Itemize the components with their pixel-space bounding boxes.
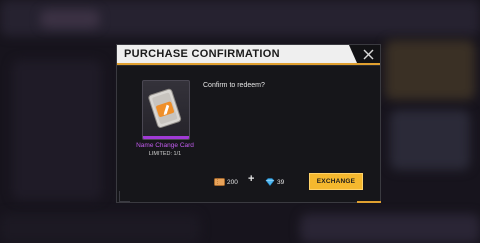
close-button[interactable] bbox=[359, 46, 377, 63]
title-tab: PURCHASE CONFIRMATION bbox=[117, 45, 357, 63]
dialog-title: PURCHASE CONFIRMATION bbox=[124, 48, 280, 60]
dialog-header: PURCHASE CONFIRMATION bbox=[117, 45, 380, 66]
voucher-icon bbox=[214, 178, 225, 186]
exchange-label: EXCHANGE bbox=[316, 178, 356, 185]
diamond-cost: 39 bbox=[265, 176, 284, 188]
plus-sign: + bbox=[248, 173, 255, 185]
close-icon bbox=[363, 49, 373, 60]
confirm-prompt: Confirm to redeem? bbox=[203, 82, 265, 89]
voucher-amount: 200 bbox=[227, 178, 238, 186]
name-change-card-icon bbox=[148, 88, 182, 128]
item-limit: LIMITED: 1/1 bbox=[148, 151, 182, 157]
item-name: Name Change Card bbox=[136, 142, 194, 149]
item-card bbox=[142, 80, 190, 140]
exchange-button[interactable]: EXCHANGE bbox=[309, 173, 363, 190]
bottom-accent bbox=[357, 201, 381, 203]
voucher-cost: 200 bbox=[214, 176, 238, 188]
diamond-icon bbox=[265, 178, 275, 186]
diamond-amount: 39 bbox=[277, 178, 285, 186]
purchase-confirmation-dialog: PURCHASE CONFIRMATION Name Change Card L… bbox=[116, 44, 381, 203]
rarity-bar bbox=[143, 136, 189, 139]
corner-decoration bbox=[119, 191, 130, 202]
header-accent-line bbox=[117, 63, 380, 65]
